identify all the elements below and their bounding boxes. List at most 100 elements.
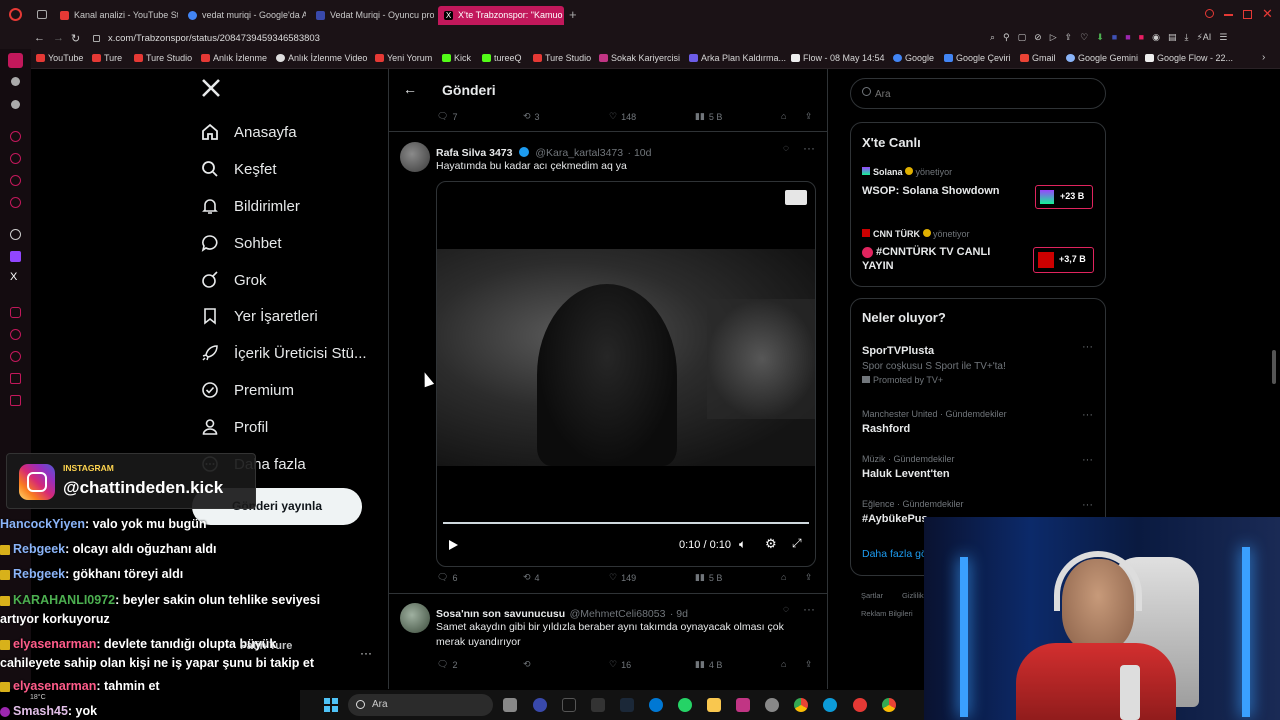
settings-icon[interactable]	[10, 395, 21, 406]
aria-ai-icon[interactable]: ⚡AI	[1196, 32, 1211, 45]
pinboard-icon[interactable]	[10, 373, 21, 384]
play-button[interactable]	[447, 538, 459, 556]
messenger-icon[interactable]	[10, 153, 21, 164]
author-name[interactable]: Sosa'nın son savunucusu	[436, 608, 565, 620]
back-button[interactable]: ←	[403, 81, 417, 97]
nav-grok[interactable]: Grok	[200, 265, 267, 295]
live-item[interactable]: CNN TÜRK yönetiyor #CNNTÜRK TV CANLI YAY…	[862, 229, 1102, 281]
play-icon[interactable]: ▷	[1050, 32, 1057, 45]
circle-icon[interactable]	[11, 77, 20, 86]
trend-item[interactable]: Müzik · Gündemdekiler Haluk Levent'ten ·…	[862, 454, 1102, 480]
reply-button[interactable]: 🗨︎ 6	[437, 572, 457, 583]
nav-chat[interactable]: Sohbet	[200, 228, 282, 258]
taskbar-search[interactable]: Ara	[348, 694, 493, 716]
menu-icon[interactable]: ☰	[1219, 32, 1227, 45]
zoom-icon[interactable]: ⌕	[990, 32, 995, 45]
fullscreen-icon[interactable]: ⤢	[792, 536, 802, 551]
instagram-icon[interactable]	[736, 698, 750, 712]
url-input[interactable]	[108, 31, 508, 46]
avatar[interactable]	[400, 603, 430, 633]
home-icon[interactable]	[8, 53, 23, 68]
like-button[interactable]: ♡ 149	[609, 572, 636, 583]
bookmark-yeni-yorum[interactable]: Yeni Yorum	[375, 53, 432, 63]
bookmark-sokak-kariyercisi[interactable]: Sokak Kariyercisi	[599, 53, 680, 63]
trend-promoted[interactable]: SporTVPlusta Spor coşkusu S Sport ile TV…	[862, 341, 1102, 385]
bookmark-ture[interactable]: Ture	[92, 53, 122, 63]
history-icon[interactable]	[10, 351, 21, 362]
bookmark-anlik-izlenme[interactable]: Anlık İzlenme	[201, 53, 267, 63]
minimize-button[interactable]	[1224, 14, 1233, 16]
nav-notifications[interactable]: Bildirimler	[200, 191, 300, 221]
reload-icon[interactable]: ↻	[71, 32, 80, 45]
live-listener-badge[interactable]: +23 B	[1035, 185, 1093, 209]
edge-icon[interactable]	[823, 698, 837, 712]
circle-icon[interactable]	[11, 100, 20, 109]
like-button[interactable]: ♡ 16	[609, 659, 631, 670]
bookmark-arka-plan[interactable]: Arka Plan Kaldırma...	[689, 53, 786, 63]
footer-terms[interactable]: Şartlar	[861, 591, 883, 600]
views-button[interactable]: ▮▮ 5 B	[695, 572, 722, 583]
search-input[interactable]	[875, 85, 1095, 103]
maximize-button[interactable]	[1243, 10, 1252, 19]
twitch-icon[interactable]	[10, 251, 21, 262]
adblock-icon[interactable]: ⊘	[1034, 32, 1042, 45]
more-options-icon[interactable]: ···	[1082, 454, 1093, 466]
views-button[interactable]: ▮▮ 5 B	[695, 111, 722, 122]
more-options-icon[interactable]: ···	[803, 602, 815, 616]
tab-transfermarkt[interactable]: Vedat Muriqi - Oyuncu pro	[310, 6, 434, 25]
location-icon[interactable]	[10, 197, 21, 208]
video-player[interactable]: 0:10 / 0:10 🔈︎ ⚙ ⤢	[436, 181, 816, 567]
music-icon[interactable]	[10, 329, 21, 340]
extension-green-icon[interactable]: ⬇	[1096, 32, 1104, 45]
bookmark-ture-studio[interactable]: Ture Studio	[134, 53, 192, 63]
instagram-icon[interactable]	[10, 307, 21, 318]
page-scrollbar[interactable]	[1272, 350, 1276, 384]
repost-button[interactable]: ⟲	[523, 659, 535, 670]
x-icon[interactable]: X	[10, 271, 17, 283]
bookmark-button[interactable]: ⌂	[781, 572, 786, 582]
bookmark-google-flow[interactable]: Google Flow - 22...	[1145, 53, 1233, 63]
heart-icon[interactable]: ♡	[1080, 32, 1088, 45]
bookmark-tureeq[interactable]: tureeQ	[482, 53, 522, 63]
nav-creator-studio[interactable]: İçerik Üreticisi Stü...	[200, 338, 367, 368]
wallet-icon[interactable]: ▤	[1168, 32, 1177, 45]
bookmark-ture-studio-2[interactable]: Ture Studio	[533, 53, 591, 63]
tab-x-trabzonspor[interactable]: X X'te Trabzonspor: "Kamuo	[438, 6, 564, 25]
camera-icon[interactable]: ◉	[1152, 32, 1160, 45]
account-name[interactable]: Fatih Ture	[240, 640, 292, 652]
opera-icon[interactable]	[853, 698, 867, 712]
task-view-icon[interactable]	[503, 698, 517, 712]
download-icon[interactable]	[785, 190, 807, 205]
more-options-icon[interactable]: ···	[1082, 499, 1093, 511]
share-button[interactable]: ⇪	[805, 659, 813, 670]
author-name[interactable]: Rafa Silva 3473	[436, 147, 512, 159]
repost-button[interactable]: ⟲ 3	[523, 111, 540, 122]
windows-start-icon[interactable]	[324, 698, 338, 712]
steam-icon[interactable]	[620, 698, 634, 712]
live-listener-badge[interactable]: +3,7 B	[1033, 247, 1094, 273]
nav-bookmarks[interactable]: Yer İşaretleri	[200, 301, 318, 331]
bookmark-flow[interactable]: Flow - 08 May 14:54	[791, 53, 885, 63]
bookmark-anlik-izlenme-video[interactable]: Anlık İzlenme Video	[276, 53, 367, 63]
nav-explore[interactable]: Keşfet	[200, 154, 277, 184]
share-icon[interactable]: ⇪	[1065, 32, 1073, 45]
bookmarks-more-icon[interactable]: ›	[1262, 52, 1265, 63]
post-time[interactable]: · 10d	[628, 147, 652, 159]
chatgpt-icon[interactable]	[10, 229, 21, 240]
avatar[interactable]	[400, 142, 430, 172]
nav-home[interactable]: Anasayfa	[200, 117, 297, 147]
close-window-button[interactable]: ✕	[1262, 6, 1273, 22]
reply-button[interactable]: 🗨︎ 2	[437, 659, 457, 670]
more-options-icon[interactable]: ···	[1082, 409, 1093, 421]
nav-profile[interactable]: Profil	[200, 412, 268, 442]
show-more-link[interactable]: Daha fazla gö	[862, 548, 927, 560]
repost-button[interactable]: ⟲ 4	[523, 572, 540, 583]
epic-games-icon[interactable]	[591, 698, 605, 712]
tiktok-icon[interactable]	[562, 698, 576, 712]
bookmark-google[interactable]: Google	[893, 53, 934, 63]
bookmark-gmail[interactable]: Gmail	[1020, 53, 1056, 63]
account-more-icon[interactable]: ···	[360, 646, 372, 660]
bookmark-kick[interactable]: Kick	[442, 53, 471, 63]
chrome-icon[interactable]	[882, 698, 896, 712]
new-tab-button[interactable]: +	[569, 7, 577, 22]
